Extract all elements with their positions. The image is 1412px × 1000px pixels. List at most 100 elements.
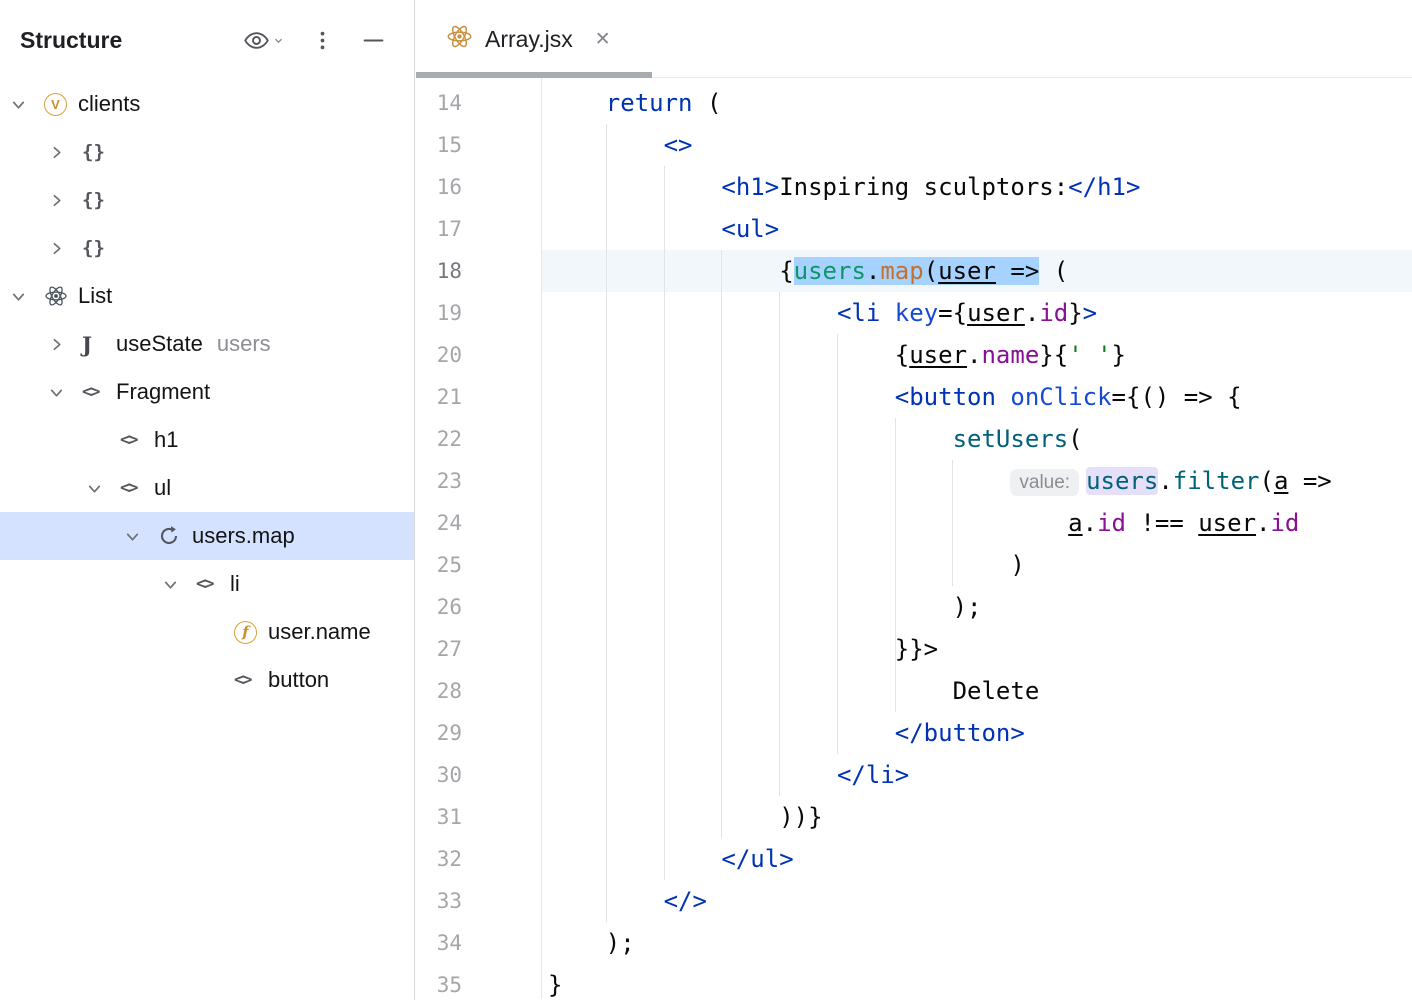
more-actions-button[interactable] (308, 26, 337, 55)
code-line-27[interactable]: 27 }}> (416, 628, 1412, 670)
code-line-19[interactable]: 19 <li key={user.id}> (416, 292, 1412, 334)
code-token: <> (664, 131, 693, 159)
tree-item-ul[interactable]: <>ul (0, 464, 414, 512)
chevron-right-icon[interactable] (46, 336, 82, 353)
code-text: </li> (541, 754, 909, 796)
kebab-icon (310, 28, 335, 53)
tree-item-useState[interactable]: JuseStateusers (0, 320, 414, 368)
code-line-35[interactable]: 35} (416, 964, 1412, 999)
code-line-25[interactable]: 25 ) (416, 544, 1412, 586)
code-line-28[interactable]: 28 Delete (416, 670, 1412, 712)
code-text: ); (541, 586, 981, 628)
tag-icon: <> (120, 430, 154, 450)
code-token: Delete (548, 677, 1039, 705)
tree-item-label: ul (154, 475, 171, 501)
chevron-down-icon[interactable] (122, 528, 158, 545)
code-token: { (548, 257, 794, 285)
chevron-right-icon[interactable] (46, 240, 82, 257)
code-line-29[interactable]: 29 </button> (416, 712, 1412, 754)
code-token: user (967, 299, 1025, 327)
code-token (548, 299, 837, 327)
tab-array-jsx[interactable]: Array.jsx ✕ (432, 0, 625, 78)
code-text: </ul> (541, 838, 794, 880)
code-text: ) (541, 544, 1025, 586)
tree-item-label: useState (116, 331, 203, 357)
code-token: } (1112, 341, 1126, 369)
chevron-down-icon[interactable] (8, 288, 44, 305)
code-text: value:users.filter(a => (541, 460, 1332, 502)
tree-item-users.map[interactable]: users.map (0, 512, 414, 560)
react-file-icon (446, 23, 473, 55)
tag-icon: <> (234, 670, 268, 690)
tree-item-object-1[interactable]: {} (0, 128, 414, 176)
code-line-26[interactable]: 26 ); (416, 586, 1412, 628)
tree-item-Fragment[interactable]: <>Fragment (0, 368, 414, 416)
code-token: onClick (1010, 383, 1111, 411)
chevron-down-icon[interactable] (46, 384, 82, 401)
code-token: users (1086, 467, 1158, 495)
code-text: ); (541, 922, 635, 964)
code-line-22[interactable]: 22 setUsers( (416, 418, 1412, 460)
code-line-21[interactable]: 21 <button onClick={() => { (416, 376, 1412, 418)
chevron-down-icon[interactable] (84, 480, 120, 497)
code-token: ( (1068, 425, 1082, 453)
code-token: { (548, 341, 909, 369)
line-number: 30 (416, 754, 541, 796)
hook-icon: J (82, 332, 116, 357)
line-number: 18 (416, 250, 541, 292)
code-line-17[interactable]: 17 <ul> (416, 208, 1412, 250)
line-number: 15 (416, 124, 541, 166)
code-text: <button onClick={() => { (541, 376, 1242, 418)
tag-icon: <> (120, 478, 154, 498)
code-token: ); (548, 929, 635, 957)
tree-item-clients[interactable]: Vclients (0, 80, 414, 128)
code-line-14[interactable]: 14 return ( (416, 82, 1412, 124)
tree-item-li[interactable]: <>li (0, 560, 414, 608)
code-token: ) (548, 551, 1025, 579)
code-line-33[interactable]: 33 </> (416, 880, 1412, 922)
code-line-16[interactable]: 16 <h1>Inspiring sculptors:</h1> (416, 166, 1412, 208)
line-number: 27 (416, 628, 541, 670)
line-number: 34 (416, 922, 541, 964)
code-token (548, 131, 664, 159)
tree-item-object-2[interactable]: {} (0, 176, 414, 224)
chevron-right-icon[interactable] (46, 192, 82, 209)
code-token: ); (548, 593, 981, 621)
code-line-18[interactable]: 18 {users.map(user => ( (416, 250, 1412, 292)
code-token: <button (895, 383, 996, 411)
code-line-23[interactable]: 23 value:users.filter(a => (416, 460, 1412, 502)
hide-panel-button[interactable] (359, 26, 388, 55)
tree-item-label: li (230, 571, 240, 597)
line-number: 17 (416, 208, 541, 250)
code-line-30[interactable]: 30 </li> (416, 754, 1412, 796)
code-token: user (938, 257, 996, 285)
code-token: <h1> (721, 173, 779, 201)
code-line-24[interactable]: 24 a.id !== user.id (416, 502, 1412, 544)
code-token: . (866, 257, 880, 285)
code-token: ( (924, 257, 938, 285)
tree-item-List[interactable]: List (0, 272, 414, 320)
view-options-button[interactable] (241, 25, 286, 56)
chevron-right-icon[interactable] (46, 144, 82, 161)
chevron-down-icon[interactable] (160, 576, 196, 593)
tree-item-button[interactable]: <>button (0, 656, 414, 704)
tree-item-user.name[interactable]: fuser.name (0, 608, 414, 656)
tree-item-h1[interactable]: <>h1 (0, 416, 414, 464)
code-line-31[interactable]: 31 ))} (416, 796, 1412, 838)
code-token (880, 299, 894, 327)
code-line-32[interactable]: 32 </ul> (416, 838, 1412, 880)
code-line-20[interactable]: 20 {user.name}{' '} (416, 334, 1412, 376)
code-token: </button> (895, 719, 1025, 747)
tree-item-object-3[interactable]: {} (0, 224, 414, 272)
code-token: return (606, 89, 693, 117)
code-line-34[interactable]: 34 ); (416, 922, 1412, 964)
code-token (548, 467, 1010, 495)
code-text: <h1>Inspiring sculptors:</h1> (541, 166, 1140, 208)
tab-close-icon[interactable]: ✕ (595, 28, 611, 51)
editor-lines: 14 return (15 <>16 <h1>Inspiring sculpto… (416, 78, 1412, 999)
chevron-down-icon[interactable] (8, 96, 44, 113)
eye-icon (243, 27, 284, 54)
code-line-15[interactable]: 15 <> (416, 124, 1412, 166)
tag-icon: <> (82, 382, 116, 402)
code-text: </> (541, 880, 707, 922)
